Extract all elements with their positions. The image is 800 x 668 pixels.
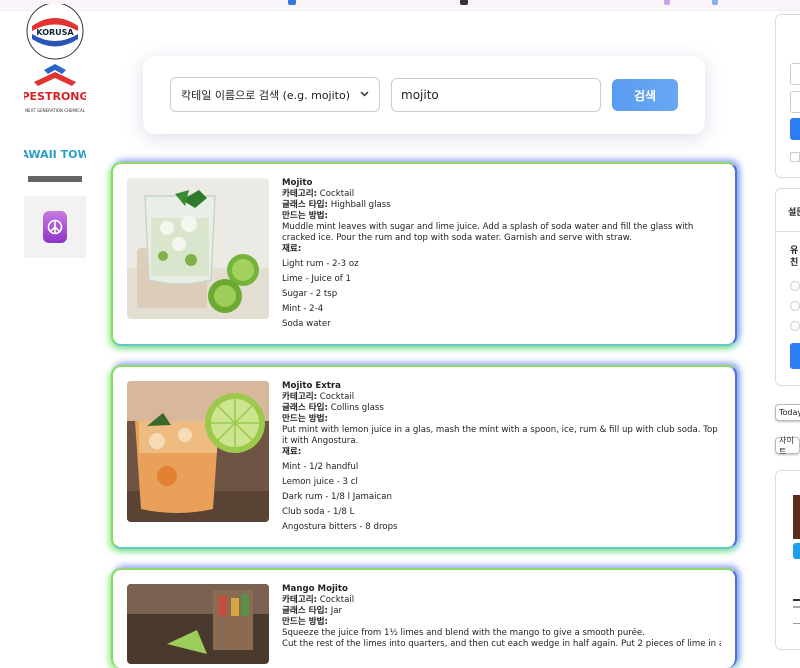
ingredients-label: 재료: <box>282 447 302 457</box>
survey-question-text: 친 <box>790 258 799 268</box>
korusa-ad-logo[interactable]: KORUSA <box>24 2 86 60</box>
hawaii-town-ad-logo[interactable]: HAWAII TOWN <box>11 130 99 190</box>
ingredient-item: Mint - 1/2 handful <box>282 462 359 472</box>
cocktail-card: Mojito Extra 카테고리: Cocktail 글래스 타입: Coll… <box>111 365 737 549</box>
method-label: 만드는 방법: <box>282 211 328 221</box>
glass-value: Highball glass <box>330 200 391 210</box>
ingredient-item: Dark rum - 1/8 l Jamaican <box>282 492 392 502</box>
cocktail-image-mango-mojito <box>127 584 269 664</box>
toolbar-icon[interactable] <box>712 0 718 5</box>
cocktail-name: Mojito Extra <box>282 381 341 391</box>
ingredient-item: Mint - 2-4 <box>282 304 324 314</box>
divider <box>793 623 800 624</box>
survey-widget: 설문 유 친 <box>775 188 800 386</box>
search-input[interactable] <box>391 78 601 112</box>
sidebar-input[interactable] <box>790 91 800 113</box>
sidebar-ad-button[interactable] <box>793 543 800 559</box>
sidebar-checkbox[interactable] <box>790 152 800 162</box>
today-chip[interactable]: Today <box>775 404 800 421</box>
cocktail-image-mojito-extra <box>127 381 269 522</box>
ingredient-item: Light rum - 2-3 oz <box>282 259 359 269</box>
sidebar-ad-image[interactable] <box>793 495 800 539</box>
survey-submit-button[interactable] <box>790 343 800 369</box>
method-label: 만드는 방법: <box>282 414 328 424</box>
peace-icon <box>43 211 67 243</box>
sidebar-submit-button[interactable] <box>790 118 800 140</box>
korusa-text: KORUSA <box>36 28 74 37</box>
category-label: 카테고리: <box>282 189 318 199</box>
sidebar-widget <box>775 14 800 178</box>
search-panel: 칵테일 이름으로 검색 (e.g. mojito) 검색 <box>143 56 705 134</box>
site-chip[interactable]: 사이트 <box>775 436 800 456</box>
toolbar-icon[interactable] <box>288 0 296 5</box>
instructions-text: Put mint with lemon juice in a glas, mas… <box>282 425 718 446</box>
ingredient-item: Lime - Juice of 1 <box>282 274 351 284</box>
cocktail-name: Mango Mojito <box>282 584 348 594</box>
browser-top-strip <box>0 0 800 11</box>
instructions-text-continued: Cut the rest of the limes into quarters,… <box>282 639 721 649</box>
toolbar-icon[interactable] <box>664 0 670 5</box>
sidebar-ad-text <box>793 599 800 601</box>
sidebar-input[interactable] <box>790 63 800 85</box>
cocktail-name: Mojito <box>282 178 313 188</box>
category-value: Cocktail <box>319 392 355 402</box>
instructions-text: Squeeze the juice from 1½ limes and blen… <box>282 628 645 638</box>
category-value: Cocktail <box>319 189 355 199</box>
divider <box>776 231 800 232</box>
hawaii-text: HAWAII TOWN <box>24 148 86 161</box>
glass-value: Jar <box>330 606 343 616</box>
glass-value: Collins glass <box>330 403 384 413</box>
glass-label: 글래스 타입: <box>282 403 328 413</box>
category-value: Cocktail <box>319 595 355 605</box>
instructions-text: Muddle mint leaves with sugar and lime j… <box>282 222 694 243</box>
search-type-select[interactable]: 칵테일 이름으로 검색 (e.g. mojito) <box>170 77 380 112</box>
toolbar-icon[interactable] <box>460 0 468 5</box>
ingredient-item: Sugar - 2 tsp <box>282 289 338 299</box>
peace-ad-logo[interactable] <box>24 196 86 258</box>
pestrong-text: PESTRONG <box>24 90 86 103</box>
method-label: 만드는 방법: <box>282 617 328 627</box>
ingredient-item: Lemon juice - 3 cl <box>282 477 358 487</box>
pestrong-ad-logo[interactable]: PESTRONG NEXT GENERATION CHEMICAL <box>21 62 89 124</box>
survey-radio[interactable] <box>790 321 800 331</box>
pestrong-subtext: NEXT GENERATION CHEMICAL <box>25 108 86 113</box>
ingredient-item: Club soda - 1/8 L <box>282 507 355 517</box>
search-type-value: 칵테일 이름으로 검색 (e.g. mojito) <box>181 88 350 102</box>
ingredients-label: 재료: <box>282 244 302 254</box>
cocktail-card: Mojito 카테고리: Cocktail 글래스 타입: Highball g… <box>111 162 737 346</box>
survey-radio[interactable] <box>790 301 800 311</box>
category-label: 카테고리: <box>282 595 318 605</box>
search-button[interactable]: 검색 <box>612 79 678 111</box>
cocktail-card: Mango Mojito 카테고리: Cocktail 글래스 타입: Jar … <box>111 568 737 668</box>
sidebar-ad-text <box>793 606 800 608</box>
survey-radio[interactable] <box>790 281 800 291</box>
category-label: 카테고리: <box>282 392 318 402</box>
glass-label: 글래스 타입: <box>282 200 328 210</box>
ingredient-item: Angostura bitters - 8 drops <box>282 522 398 532</box>
ingredient-item: Soda water <box>282 319 331 329</box>
chevron-down-icon <box>360 88 369 101</box>
glass-label: 글래스 타입: <box>282 606 328 616</box>
cocktail-image-mojito <box>127 178 269 319</box>
survey-title: 설문 <box>788 208 800 218</box>
sidebar-ad-widget <box>775 470 800 650</box>
